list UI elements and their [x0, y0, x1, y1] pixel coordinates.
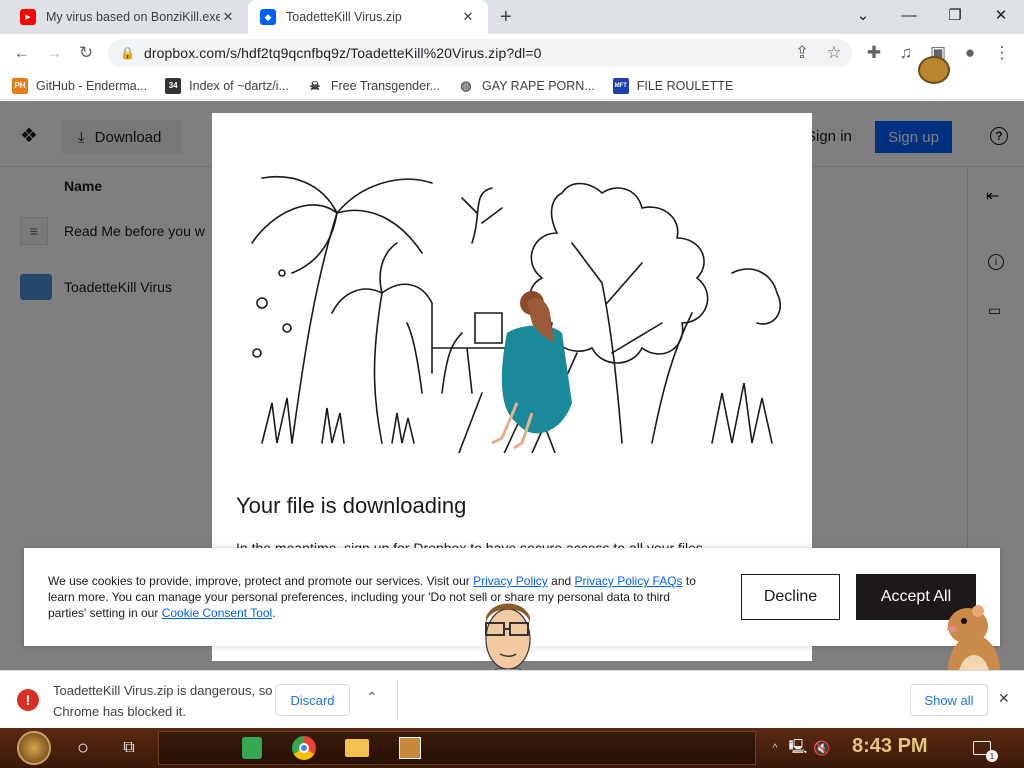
globe-icon: ◍: [457, 77, 474, 94]
chrome-icon[interactable]: [290, 730, 318, 766]
lock-icon: 🔒: [120, 46, 135, 60]
bookmark-github[interactable]: PH GitHub - Enderma...: [12, 77, 148, 94]
notes-app-icon[interactable]: [238, 730, 266, 766]
dropbox-page: ❖ ⤓Download Sign in Sign up ? Name ≡ Rea…: [0, 101, 1024, 728]
tab-search-icon[interactable]: ⌄: [840, 0, 886, 30]
close-shelf-icon[interactable]: ✕: [998, 690, 1010, 707]
file-explorer-icon[interactable]: [342, 730, 372, 766]
back-icon[interactable]: ←: [10, 42, 34, 64]
share-icon[interactable]: ⇪: [790, 42, 814, 64]
bookmark-label: GitHub - Enderma...: [36, 78, 148, 93]
media-icon[interactable]: ♫: [894, 42, 918, 64]
bookmark-label: Index of ~dartz/i...: [189, 78, 289, 93]
download-shelf: ! ToadetteKill Virus.zip is dangerous, s…: [0, 670, 1024, 728]
bookmark-free[interactable]: ☠ Free Transgender...: [306, 77, 440, 94]
bookmark-globe[interactable]: ◍ GAY RAPE PORN...: [457, 77, 595, 94]
cookie-consent-link[interactable]: Cookie Consent Tool: [162, 606, 273, 620]
youtube-icon: ▶: [20, 9, 36, 25]
bookmark-label: Free Transgender...: [330, 78, 440, 93]
warning-icon: !: [17, 689, 39, 711]
address-bar[interactable]: 🔒 dropbox.com/s/hdf2tq9qcnfbq9z/Toadette…: [108, 39, 852, 67]
bookmark-label: FILE ROULETTE: [636, 78, 734, 93]
privacy-policy-link[interactable]: Privacy Policy: [473, 574, 548, 588]
cortana-icon[interactable]: ○: [66, 730, 100, 766]
divider: [397, 679, 398, 721]
start-button[interactable]: [8, 730, 60, 766]
show-all-button[interactable]: Show all: [910, 684, 988, 716]
forward-icon[interactable]: →: [42, 42, 66, 64]
cookie-text: We use cookies to provide, improve, prot…: [48, 574, 696, 620]
url-text: dropbox.com/s/hdf2tq9qcnfbq9z/ToadetteKi…: [144, 45, 542, 61]
taskbar-clock[interactable]: 8:43 PM: [852, 735, 928, 758]
restore-button[interactable]: ❐: [932, 0, 978, 30]
discard-button[interactable]: Discard: [275, 684, 350, 716]
close-window-button[interactable]: ✕: [978, 0, 1024, 30]
skull-icon: ☠: [306, 77, 323, 94]
notification-badge: 1: [986, 750, 998, 762]
download-warning-text: ToadetteKill Virus.zip is dangerous, so …: [53, 683, 273, 719]
bookmark-file-roulette[interactable]: MFT FILE ROULETTE: [612, 77, 734, 94]
steampunk-mascot-icon: [918, 56, 950, 84]
profile-icon[interactable]: ●: [958, 42, 982, 64]
new-tab-button[interactable]: +: [500, 6, 512, 29]
privacy-faq-link[interactable]: Privacy Policy FAQs: [575, 574, 683, 588]
dropbox-icon: ◆: [260, 9, 276, 25]
mft-icon: MFT: [612, 77, 629, 94]
menu-icon[interactable]: ⋮: [990, 42, 1014, 64]
close-icon[interactable]: ✕: [460, 9, 476, 25]
task-view-icon[interactable]: ⧉: [112, 730, 146, 766]
index-icon: 34: [165, 77, 182, 94]
cookie-text-1: We use cookies to provide, improve, prot…: [48, 574, 470, 588]
ph-icon: PH: [12, 77, 28, 94]
cookie-and: and: [551, 574, 572, 588]
chevron-up-icon[interactable]: ⌃: [366, 689, 378, 706]
bookmark-label: GAY RAPE PORN...: [481, 78, 595, 93]
tab-title: My virus based on BonziKill.exe: [46, 10, 220, 24]
notification-center-icon[interactable]: 1: [970, 730, 998, 766]
volume-muted-icon[interactable]: 🔇: [812, 730, 832, 766]
extensions-icon[interactable]: ✚: [862, 42, 886, 64]
bookmark-index[interactable]: 34 Index of ~dartz/i...: [165, 77, 289, 94]
illustration-image: [251, 176, 782, 453]
network-icon[interactable]: 🖳: [788, 730, 808, 766]
close-icon[interactable]: ✕: [220, 9, 236, 25]
start-gear-icon: [17, 731, 51, 765]
modal-heading: Your file is downloading: [236, 493, 467, 518]
tab-title: ToadetteKill Virus.zip: [286, 10, 402, 24]
decline-button[interactable]: Decline: [741, 574, 840, 620]
reload-icon[interactable]: ↻: [74, 42, 98, 64]
minimize-button[interactable]: —: [886, 0, 932, 30]
game-app-icon[interactable]: [396, 730, 424, 766]
tab-dropbox[interactable]: ◆ ToadetteKill Virus.zip ✕: [248, 0, 488, 34]
show-hidden-icons-icon[interactable]: ^: [768, 730, 782, 766]
tab-strip: ▶ My virus based on BonziKill.exe ✕ ◆ To…: [0, 0, 1024, 34]
bookmark-star-icon[interactable]: ☆: [822, 42, 846, 64]
tab-youtube[interactable]: ▶ My virus based on BonziKill.exe ✕: [8, 0, 248, 34]
bookmarks-bar: PH GitHub - Enderma... 34 Index of ~dartz/…: [0, 72, 1024, 100]
